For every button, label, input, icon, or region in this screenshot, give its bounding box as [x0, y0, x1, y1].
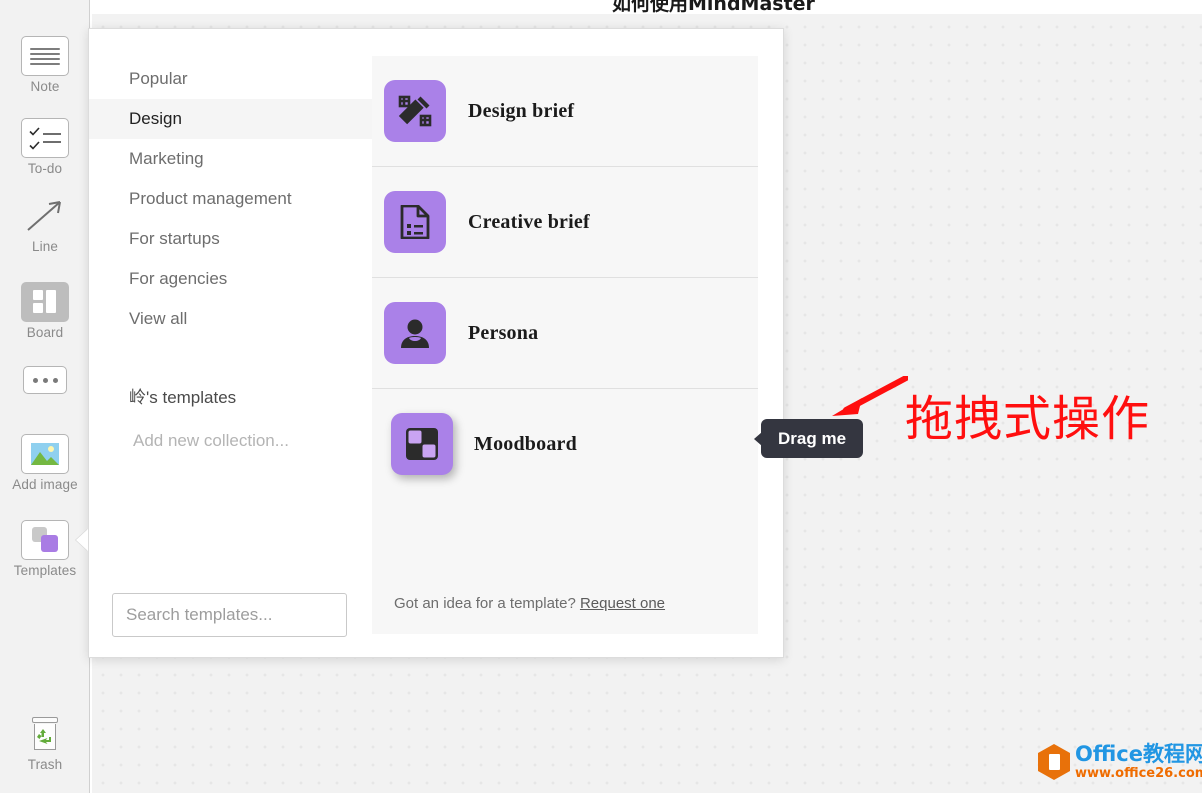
trash-icon: [21, 714, 69, 754]
tool-todo-label: To-do: [27, 161, 63, 176]
nav-item-label: Popular: [129, 69, 188, 88]
tool-line-label: Line: [32, 239, 58, 254]
template-row-design-brief[interactable]: Design brief: [372, 56, 758, 167]
tool-trash[interactable]: Trash: [0, 714, 90, 772]
todo-icon: [21, 118, 69, 158]
nav-item-label: View all: [129, 309, 188, 328]
annotation-text: 拖拽式操作: [905, 391, 1151, 447]
tool-add-image[interactable]: Add image: [0, 434, 90, 492]
office-logo-icon: [1038, 744, 1070, 780]
annotation-arrow-icon: [832, 376, 908, 416]
nav-item-label: For startups: [129, 229, 220, 248]
nav-item-label: Product management: [129, 189, 292, 208]
nav-item-label: Design: [129, 109, 182, 128]
board-icon: [21, 282, 69, 322]
template-label: Moodboard: [474, 432, 577, 455]
nav-item-for-agencies[interactable]: For agencies: [89, 259, 372, 299]
user-collection-title: 岭's templates: [129, 388, 237, 407]
tool-note-label: Note: [30, 79, 60, 94]
template-row-persona[interactable]: Persona: [372, 278, 758, 389]
templates-panel-sidebar: Popular Design Marketing Product managem…: [89, 29, 372, 657]
left-toolbar: Note To-do Line Board Add image Template…: [0, 0, 90, 793]
magic-wand-pencil-icon: [384, 80, 446, 142]
tool-note[interactable]: Note: [0, 36, 90, 94]
template-row-creative-brief[interactable]: Creative brief: [372, 167, 758, 278]
nav-item-for-startups[interactable]: For startups: [89, 219, 372, 259]
checkerboard-icon: [391, 413, 453, 475]
person-icon: [384, 302, 446, 364]
tool-board-label: Board: [26, 325, 64, 340]
template-label: Persona: [468, 321, 539, 344]
templates-panel: Popular Design Marketing Product managem…: [88, 28, 784, 658]
nav-item-marketing[interactable]: Marketing: [89, 139, 372, 179]
request-one-link[interactable]: Request one: [580, 595, 665, 612]
note-icon: [21, 36, 69, 76]
drag-me-label: Drag me: [778, 428, 847, 448]
tool-more[interactable]: [0, 366, 90, 394]
footer-text: Got an idea for a template?: [394, 595, 580, 612]
nav-item-label: For agencies: [129, 269, 228, 288]
nav-item-design[interactable]: Design: [89, 99, 372, 139]
watermark-url: www.office26.com: [1075, 766, 1202, 781]
document-list-icon: [384, 191, 446, 253]
tool-trash-label: Trash: [27, 757, 63, 772]
templates-list: Design brief Creative brief Persona Mood…: [372, 56, 758, 499]
panel-pointer-arrow: [76, 529, 88, 551]
image-icon: [21, 434, 69, 474]
tool-todo[interactable]: To-do: [0, 118, 90, 176]
top-strip: 如何使用MindMaster: [92, 0, 1202, 14]
template-label: Design brief: [468, 99, 575, 122]
tool-line[interactable]: Line: [0, 196, 90, 254]
templates-list-pane: Design brief Creative brief Persona Mood…: [372, 56, 758, 634]
cut-off-title: 如何使用MindMaster: [612, 0, 815, 14]
template-label: Creative brief: [468, 210, 590, 233]
tool-board[interactable]: Board: [0, 282, 90, 340]
template-request-footer: Got an idea for a template? Request one: [372, 595, 758, 634]
more-icon: [23, 366, 67, 394]
templates-icon: [21, 520, 69, 560]
search-input[interactable]: [112, 593, 347, 637]
nav-item-label: Marketing: [129, 149, 204, 168]
watermark-title: Office教程网: [1075, 742, 1202, 766]
nav-item-popular[interactable]: Popular: [89, 59, 372, 99]
templates-category-list: Popular Design Marketing Product managem…: [89, 29, 372, 339]
add-new-collection-button[interactable]: Add new collection...: [89, 431, 372, 451]
tool-templates-label: Templates: [13, 563, 77, 578]
template-row-moodboard[interactable]: Moodboard: [372, 389, 758, 499]
tool-add-image-label: Add image: [12, 477, 78, 492]
line-icon: [21, 196, 69, 236]
nav-item-view-all[interactable]: View all: [89, 299, 372, 339]
drag-me-tooltip: Drag me: [753, 419, 864, 458]
nav-item-product-management[interactable]: Product management: [89, 179, 372, 219]
watermark: Office教程网 www.office26.com: [1038, 744, 1202, 780]
